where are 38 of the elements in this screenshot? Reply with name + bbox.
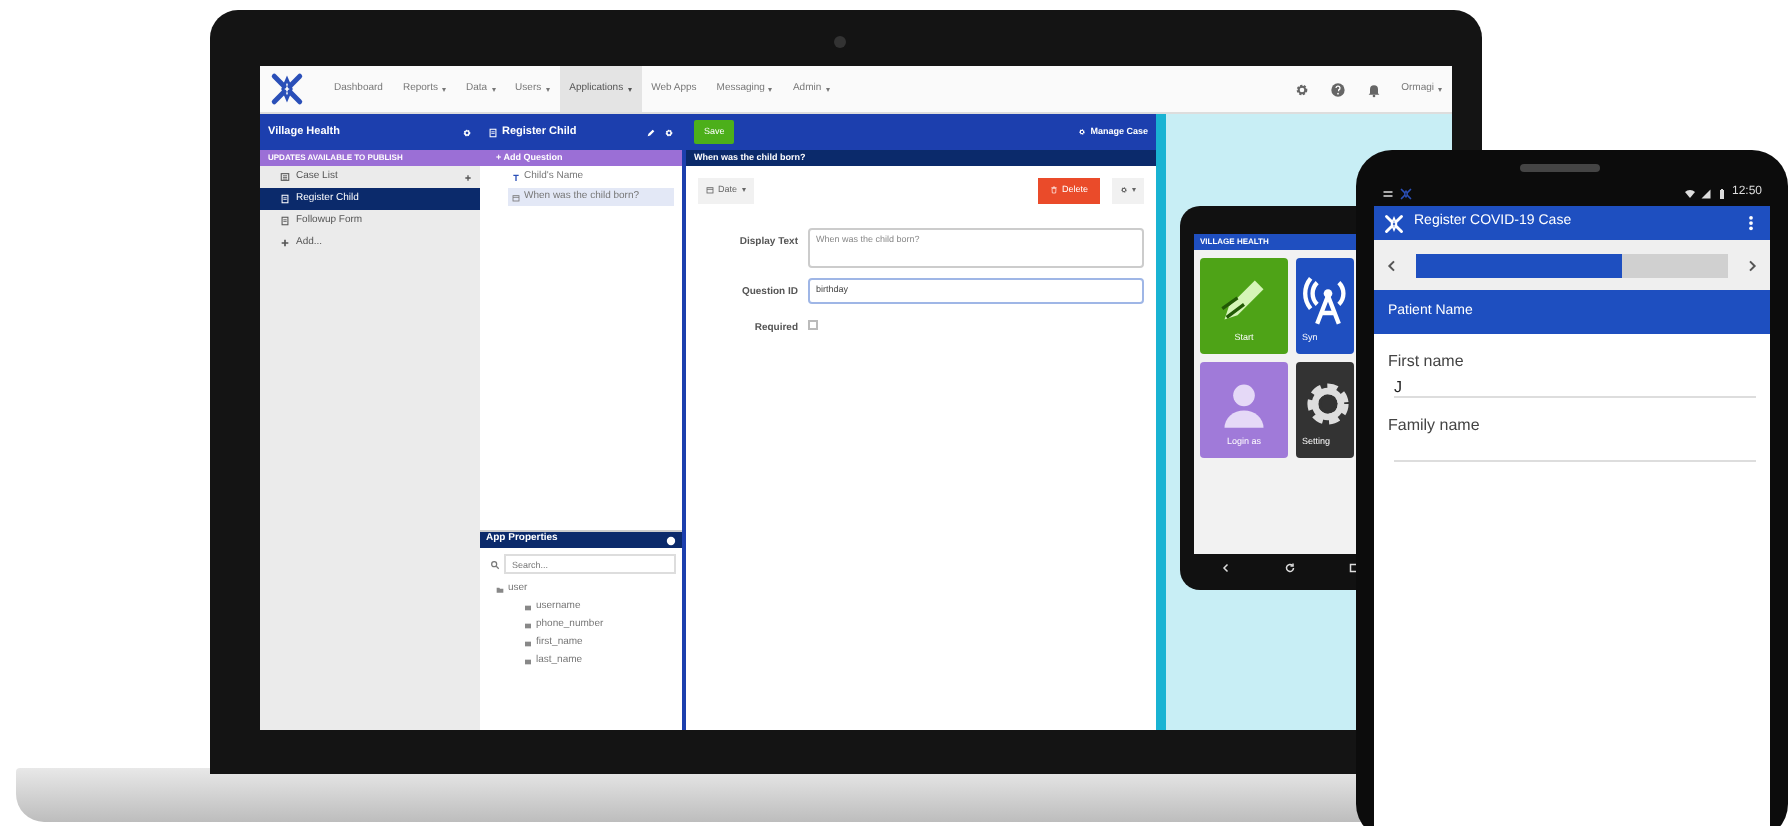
field-icon [524, 603, 532, 611]
list-icon [280, 172, 290, 182]
wifi-icon [1683, 187, 1696, 199]
menu-icon [1382, 187, 1394, 199]
field-icon [524, 657, 532, 665]
gear-icon [1302, 378, 1354, 431]
logo-icon [270, 72, 304, 106]
field-label: First name [1388, 350, 1466, 374]
calendar-icon [706, 186, 714, 195]
bell-icon[interactable] [1365, 81, 1382, 97]
checkbox[interactable] [808, 319, 818, 329]
settings-button[interactable] [1112, 178, 1144, 204]
square-icon[interactable] [1348, 562, 1360, 574]
text-icon [512, 173, 520, 181]
logo-icon [1400, 187, 1412, 199]
forward-icon[interactable] [1744, 257, 1760, 273]
form-icon [280, 194, 290, 204]
folder-icon [496, 585, 504, 593]
calendar-icon [512, 193, 520, 201]
trash-icon [1049, 186, 1058, 195]
refresh-icon[interactable] [1284, 562, 1296, 574]
field-icon [524, 621, 532, 629]
signal-icon [1699, 187, 1712, 199]
settings-icon [1078, 128, 1087, 136]
input-field[interactable]: J [1394, 376, 1756, 398]
back-icon[interactable] [1220, 562, 1232, 574]
form-icon [280, 216, 290, 226]
plus-icon [280, 238, 290, 248]
field-label: Family name [1388, 414, 1482, 438]
logo-icon [1384, 213, 1404, 233]
settings-icon [1120, 186, 1128, 195]
field-icon [524, 639, 532, 647]
form-icon [488, 127, 498, 137]
search-icon [490, 559, 500, 569]
plus-icon[interactable] [464, 173, 472, 181]
back-icon[interactable] [1384, 257, 1400, 273]
pencil-icon[interactable] [646, 127, 656, 137]
settings-icon[interactable] [1293, 81, 1310, 97]
